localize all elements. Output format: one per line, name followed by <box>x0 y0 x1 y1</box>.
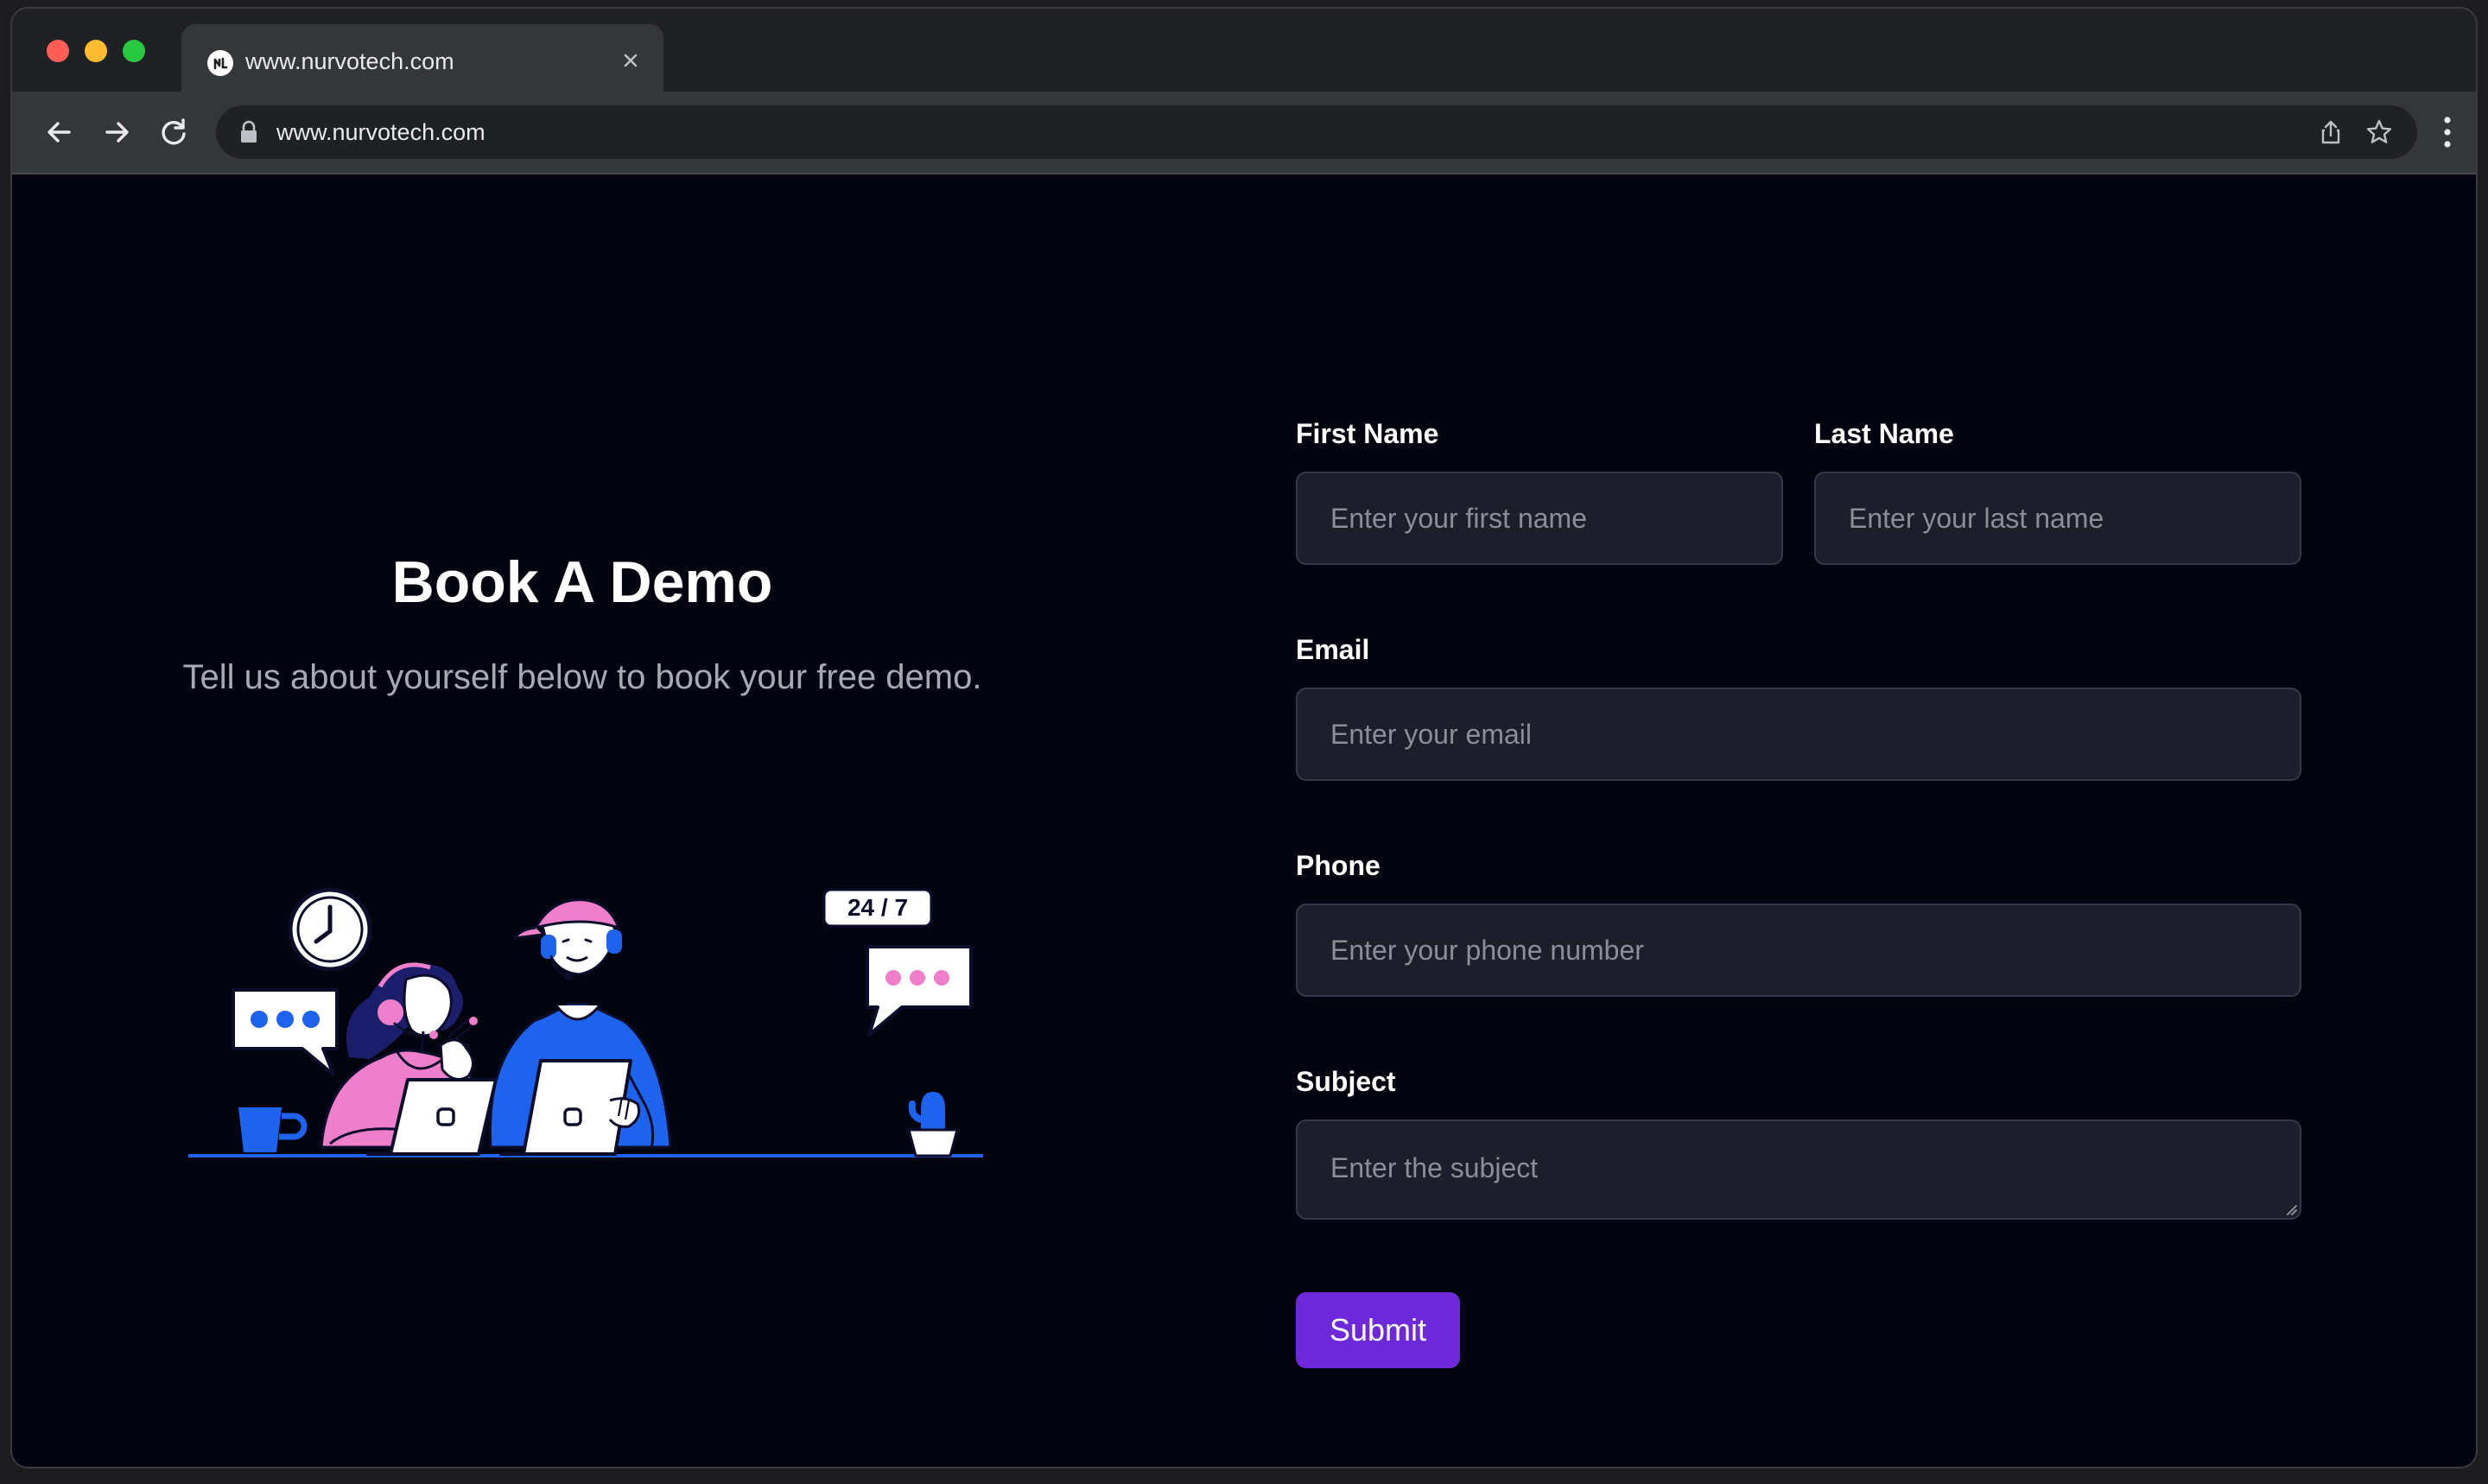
email-input[interactable] <box>1296 688 2301 781</box>
more-menu-icon[interactable] <box>2441 114 2453 150</box>
reload-icon[interactable] <box>154 112 194 152</box>
browser-tab[interactable]: www.nurvotech.com <box>181 24 663 92</box>
lock-icon <box>238 119 259 145</box>
back-arrow-icon[interactable] <box>40 112 79 152</box>
coffee-cup-icon <box>238 1107 308 1152</box>
book-demo-form: First Name Last Name Email Phone Subject… <box>1296 174 2315 1368</box>
page-viewport: Book A Demo Tell us about yourself below… <box>12 174 2476 1467</box>
resize-handle-icon[interactable] <box>2284 1202 2298 1216</box>
browser-toolbar: www.nurvotech.com <box>12 92 2476 174</box>
submit-button[interactable]: Submit <box>1296 1292 1460 1368</box>
support-team-illustration: 24 / 7 <box>188 887 983 1157</box>
last-name-input[interactable] <box>1814 472 2301 565</box>
tab-title: www.nurvotech.com <box>245 48 454 74</box>
availability-badge-text: 24 / 7 <box>847 894 908 921</box>
email-label: Email <box>1296 634 1370 665</box>
subject-textarea[interactable] <box>1296 1119 2301 1220</box>
tab-strip: www.nurvotech.com <box>12 9 2476 92</box>
left-chat-bubble-icon <box>232 988 339 1076</box>
tab-close-icon[interactable] <box>615 45 646 76</box>
site-favicon-icon <box>207 50 233 76</box>
first-name-input[interactable] <box>1296 472 1783 565</box>
availability-badge: 24 / 7 <box>822 888 933 928</box>
cactus-plant-icon <box>907 1092 959 1157</box>
bookmark-star-icon[interactable] <box>2364 117 2395 148</box>
subject-label: Subject <box>1296 1066 1396 1097</box>
forward-arrow-icon[interactable] <box>97 112 136 152</box>
last-name-label: Last Name <box>1814 418 1954 449</box>
phone-label: Phone <box>1296 850 1380 881</box>
maximize-window-button[interactable] <box>123 40 145 62</box>
close-window-button[interactable] <box>47 40 69 62</box>
address-bar[interactable]: www.nurvotech.com <box>216 105 2417 159</box>
browser-window: www.nurvotech.com www.nurvotech.com Book… <box>10 7 2478 1468</box>
url-text: www.nurvotech.com <box>276 119 486 145</box>
share-icon[interactable] <box>2315 117 2346 148</box>
page-subtitle: Tell us about yourself below to book you… <box>182 658 982 696</box>
first-name-label: First Name <box>1296 418 1439 449</box>
phone-input[interactable] <box>1296 904 2301 997</box>
right-chat-bubble-icon <box>866 945 973 1037</box>
page-title: Book A Demo <box>391 549 773 615</box>
clock-icon <box>288 887 372 972</box>
minimize-window-button[interactable] <box>85 40 107 62</box>
